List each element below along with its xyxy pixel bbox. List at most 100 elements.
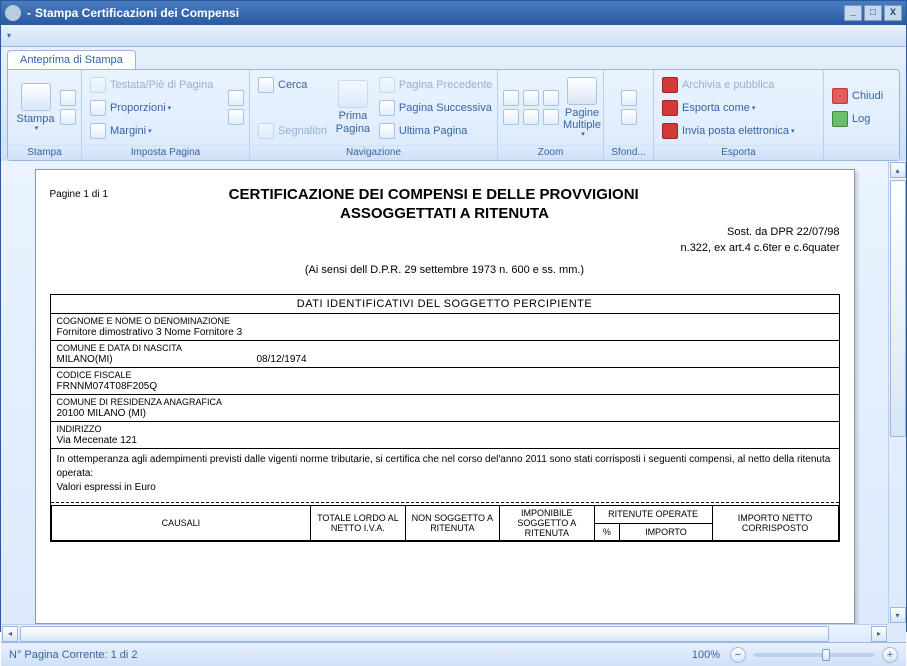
col-importo: IMPORTO bbox=[620, 523, 712, 541]
esporta-come-button[interactable]: Esporta come▾ bbox=[658, 97, 819, 119]
body-text-2: Valori espressi in Euro bbox=[57, 481, 833, 495]
orientation-button[interactable] bbox=[228, 90, 244, 106]
page-setup-button[interactable] bbox=[60, 109, 76, 125]
lbl-comdata: COMUNE E DATA DI NASCITA bbox=[57, 343, 833, 353]
zoom-thumb[interactable] bbox=[822, 649, 830, 661]
columns-header: CAUSALI TOTALE LORDO AL NETTO I.V.A. NON… bbox=[51, 505, 839, 541]
zoom-slider[interactable] bbox=[754, 653, 874, 657]
val-comune: MILANO(MI) bbox=[57, 354, 257, 365]
minimize-button[interactable]: _ bbox=[844, 5, 862, 21]
watermark-button[interactable] bbox=[621, 109, 637, 125]
next-icon bbox=[379, 100, 395, 116]
print-label: Stampa bbox=[17, 113, 55, 125]
log-button[interactable]: Log bbox=[828, 108, 887, 130]
ribbon: Stampa ▾ Stampa Testata/Piè di Pagina Pr… bbox=[7, 69, 900, 161]
status-zoom: 100% bbox=[692, 649, 720, 661]
col-ritenute: RITENUTE OPERATE bbox=[594, 506, 712, 524]
chiudi-button[interactable]: Chiudi bbox=[828, 85, 887, 107]
lbl-ind: INDIRIZZO bbox=[57, 424, 833, 434]
app-icon bbox=[5, 5, 21, 21]
horizontal-scrollbar[interactable]: ◂ ▸ bbox=[1, 624, 888, 642]
zoom-in-button[interactable] bbox=[543, 109, 559, 125]
panel-title-sfondo: Sfond... bbox=[604, 145, 653, 160]
zoom-level-button[interactable] bbox=[523, 109, 539, 125]
val-cognome: Fornitore dimostrativo 3 Nome Fornitore … bbox=[57, 326, 833, 338]
header-footer-button: Testata/Piè di Pagina bbox=[86, 74, 227, 96]
invia-email-button[interactable]: Invia posta elettronica▾ bbox=[658, 120, 819, 142]
prev-page-button: Pagina Precedente bbox=[375, 74, 497, 96]
close-icon bbox=[832, 88, 848, 104]
archivia-button: Archivia e pubblica bbox=[658, 74, 819, 96]
quick-menu-icon[interactable]: ▾ bbox=[7, 31, 11, 40]
vertical-scrollbar[interactable]: ▴ ▾ bbox=[888, 161, 906, 624]
export-icon bbox=[662, 100, 678, 116]
status-bar: N° Pagina Corrente: 1 di 2 100% − + bbox=[1, 642, 906, 666]
col-nonsogg: NON SOGGETTO A RITENUTA bbox=[405, 506, 499, 541]
window-title: Stampa Certificazioni dei Compensi bbox=[35, 6, 239, 20]
segnalibri-button: Segnalibri bbox=[254, 120, 331, 142]
prev-icon bbox=[379, 77, 395, 93]
first-page-icon bbox=[338, 80, 368, 108]
margini-button[interactable]: Margini▾ bbox=[86, 120, 227, 142]
lbl-cognome: COGNOME E NOME O DENOMINAZIONE bbox=[57, 316, 833, 326]
doc-title-2: ASSOGGETTATI A RITENUTA bbox=[50, 205, 840, 222]
next-page-button[interactable]: Pagina Successiva bbox=[375, 97, 497, 119]
col-perc: % bbox=[594, 523, 620, 541]
scroll-up-button[interactable]: ▴ bbox=[890, 162, 906, 178]
title-sep: - bbox=[27, 6, 31, 20]
horizontal-thumb[interactable] bbox=[20, 626, 869, 642]
sost-note: Sost. da DPR 22/07/98 bbox=[50, 226, 840, 238]
scroll-down-button[interactable]: ▾ bbox=[890, 607, 906, 623]
magnifier-button[interactable] bbox=[543, 90, 559, 106]
scroll-left-button[interactable]: ◂ bbox=[2, 626, 18, 642]
multi-page-icon bbox=[567, 77, 597, 105]
ribbon-tabstrip: Anteprima di Stampa bbox=[7, 47, 900, 69]
pdf-icon bbox=[662, 77, 678, 93]
scroll-right-button[interactable]: ▸ bbox=[871, 626, 887, 642]
scale-icon bbox=[90, 100, 106, 116]
close-window-button[interactable]: X bbox=[884, 5, 902, 21]
quick-access-bar: ▾ bbox=[1, 25, 906, 47]
last-icon bbox=[379, 123, 395, 139]
col-causali: CAUSALI bbox=[51, 506, 311, 541]
cerca-button[interactable]: Cerca bbox=[254, 74, 331, 96]
log-icon bbox=[832, 111, 848, 127]
art-note: n.322, ex art.4 c.6ter e c.6quater bbox=[50, 242, 840, 254]
title-bar: - Stampa Certificazioni dei Compensi _ □… bbox=[1, 1, 906, 25]
col-imponibile: IMPONIBILE SOGGETTO A RITENUTA bbox=[500, 506, 594, 541]
first-page-button: Prima Pagina bbox=[331, 78, 375, 136]
val-ind: Via Mecenate 121 bbox=[57, 434, 833, 446]
panel-title-zoom: Zoom bbox=[498, 145, 603, 160]
hand-tool-button[interactable] bbox=[523, 90, 539, 106]
tab-anteprima[interactable]: Anteprima di Stampa bbox=[7, 50, 136, 69]
panel-title-nav: Navigazione bbox=[250, 145, 497, 160]
multi-page-button[interactable]: Pagine Multiple▾ bbox=[560, 75, 604, 141]
col-totale: TOTALE LORDO AL NETTO I.V.A. bbox=[311, 506, 405, 541]
page-color-button[interactable] bbox=[621, 90, 637, 106]
size-button[interactable] bbox=[228, 109, 244, 125]
pointer-tool-button[interactable] bbox=[503, 90, 519, 106]
document-area: Pagine 1 di 1 CERTIFICAZIONE DEI COMPENS… bbox=[1, 161, 906, 624]
header-footer-icon bbox=[90, 77, 106, 93]
email-icon bbox=[662, 123, 678, 139]
section-header: DATI IDENTIFICATIVI DEL SOGGETTO PERCIPI… bbox=[51, 295, 839, 314]
zoom-minus-button[interactable]: − bbox=[730, 647, 746, 663]
zoom-plus-button[interactable]: + bbox=[882, 647, 898, 663]
zoom-out-button[interactable] bbox=[503, 109, 519, 125]
proporzioni-button[interactable]: Proporzioni▾ bbox=[86, 97, 227, 119]
lbl-res: COMUNE DI RESIDENZA ANAGRAFICA bbox=[57, 397, 833, 407]
panel-title-imposta: Imposta Pagina bbox=[82, 145, 249, 160]
print-button[interactable]: Stampa ▾ bbox=[12, 81, 59, 135]
preview-page: Pagine 1 di 1 CERTIFICAZIONE DEI COMPENS… bbox=[35, 169, 855, 624]
vertical-thumb[interactable] bbox=[890, 180, 906, 605]
panel-title-stampa: Stampa bbox=[8, 145, 81, 160]
col-netto: IMPORTO NETTO CORRISPOSTO bbox=[712, 506, 838, 541]
status-page: N° Pagina Corrente: 1 di 2 bbox=[9, 649, 138, 661]
maximize-button[interactable]: □ bbox=[864, 5, 882, 21]
val-res: 20100 MILANO (MI) bbox=[57, 407, 833, 419]
last-page-button[interactable]: Ultima Pagina bbox=[375, 120, 497, 142]
val-data: 08/12/1974 bbox=[257, 354, 307, 365]
search-icon bbox=[258, 77, 274, 93]
panel-title-esporta: Esporta bbox=[654, 145, 823, 160]
quick-print-button[interactable] bbox=[60, 90, 76, 106]
